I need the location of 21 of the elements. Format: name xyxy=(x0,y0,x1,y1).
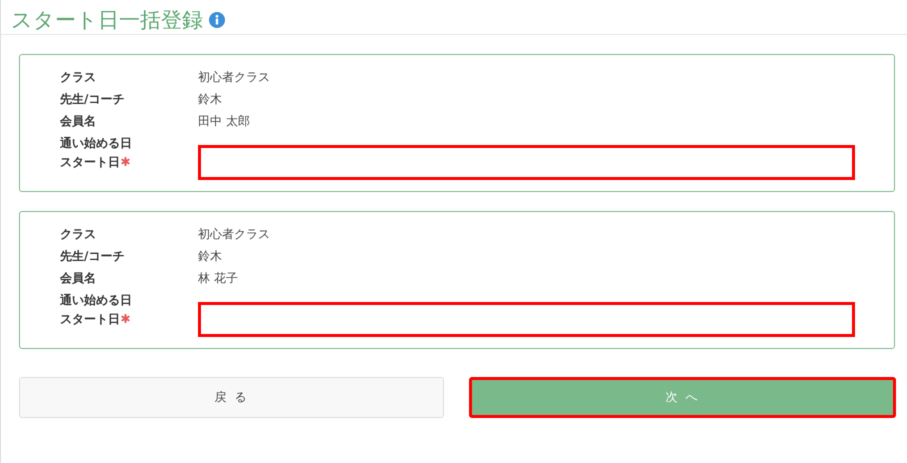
field-value: 初心者クラス xyxy=(198,68,271,86)
field-label: クラス xyxy=(60,226,97,242)
field-label: スタート日 xyxy=(60,311,120,328)
field-label: 先生/コーチ xyxy=(60,248,126,264)
field-label: スタート日 xyxy=(60,154,120,171)
field-value: 鈴木 xyxy=(198,248,223,264)
start-date-input[interactable] xyxy=(198,145,855,180)
field-value: 田中 太郎 xyxy=(198,112,251,130)
field-value: 初心者クラス xyxy=(198,226,271,242)
field-label: 通い始める日 xyxy=(60,292,133,308)
start-date-input[interactable] xyxy=(198,302,855,337)
field-label: 会員名 xyxy=(60,270,97,286)
field-label: クラス xyxy=(60,68,97,86)
page-title: スタート日一括登録 xyxy=(11,7,203,34)
field-label: 会員名 xyxy=(60,112,97,130)
field-value: 林 花子 xyxy=(198,270,239,286)
field-label: 先生/コーチ xyxy=(60,90,126,108)
back-button[interactable]: 戻 る xyxy=(19,377,444,418)
field-label: 通い始める日 xyxy=(60,134,133,152)
info-icon[interactable] xyxy=(209,12,225,28)
field-value: 鈴木 xyxy=(198,90,223,108)
